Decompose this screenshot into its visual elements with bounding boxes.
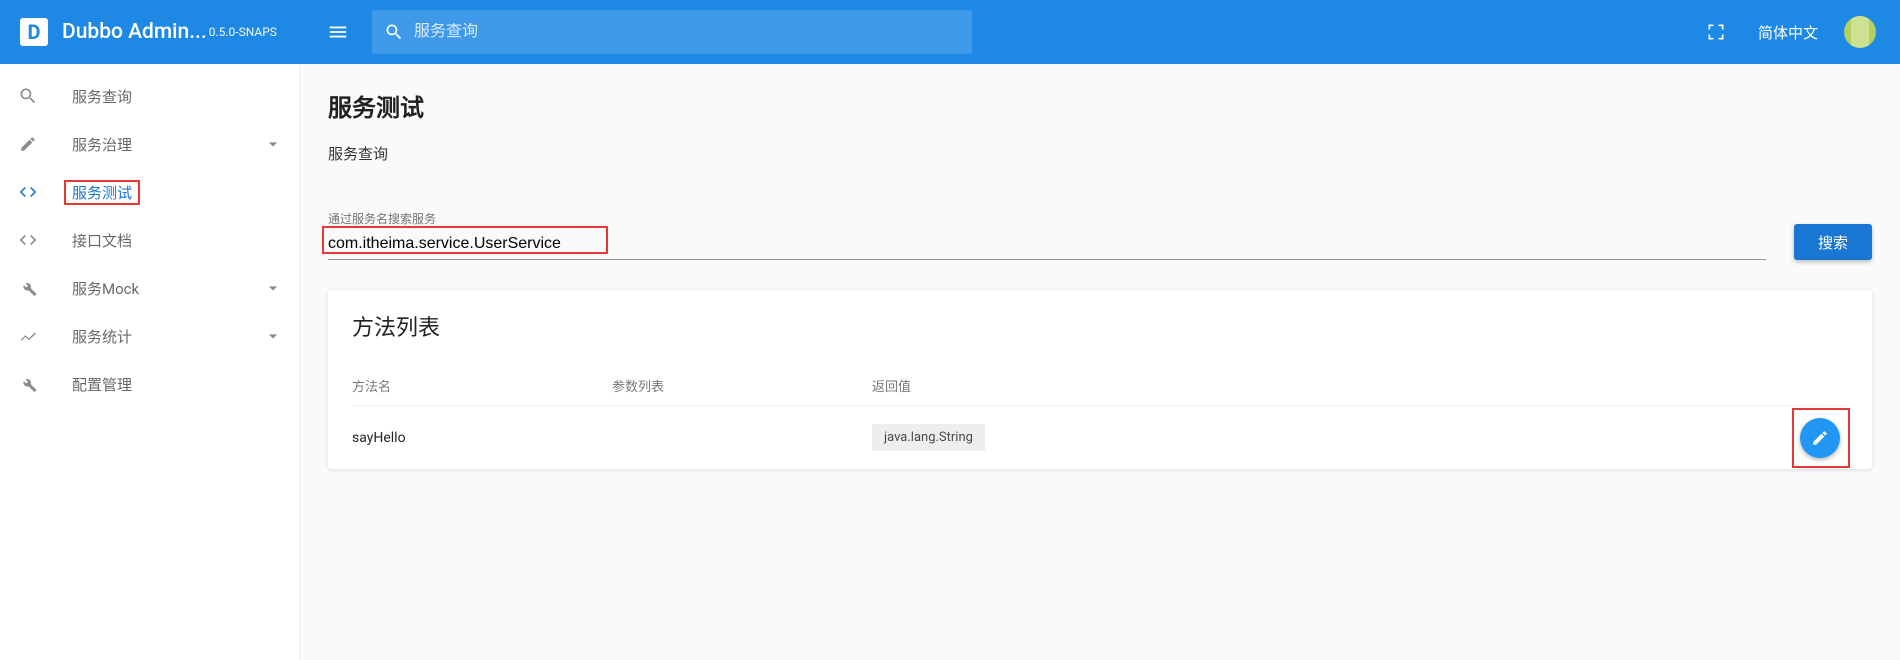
trending-icon <box>16 324 40 348</box>
chevron-down-icon <box>263 134 283 154</box>
col-header-return: 返回值 <box>872 376 1848 395</box>
page-title: 服务测试 <box>328 88 1872 123</box>
sidebar-item-config-management[interactable]: 配置管理 <box>0 360 299 408</box>
code-icon <box>16 180 40 204</box>
service-search-row: 通过服务名搜索服务 搜索 <box>328 210 1872 260</box>
chevron-down-icon <box>263 326 283 346</box>
wrench-icon <box>16 372 40 396</box>
pencil-icon <box>16 132 40 156</box>
main-content: 服务测试 服务查询 通过服务名搜索服务 搜索 方法列表 方法名 参数列表 返回值… <box>300 64 1900 660</box>
language-switcher[interactable]: 简体中文 <box>1742 22 1834 43</box>
user-avatar[interactable] <box>1844 16 1876 48</box>
app-title: Dubbo Admin... <box>62 20 207 44</box>
sidebar-item-label: 服务测试 <box>64 180 140 205</box>
wrench-icon <box>16 276 40 300</box>
pencil-icon <box>1811 429 1829 447</box>
cell-method-name: sayHello <box>352 430 612 446</box>
table-header: 方法名 参数列表 返回值 <box>352 366 1848 406</box>
sidebar-item-api-docs[interactable]: 接口文档 <box>0 216 299 264</box>
menu-icon <box>327 21 349 43</box>
hamburger-menu-button[interactable] <box>318 12 358 52</box>
sidebar-nav: 服务查询 服务治理 服务测试 接口文档 服务Mock 服务统计 配置管理 <box>0 64 300 660</box>
sidebar-item-service-governance[interactable]: 服务治理 <box>0 120 299 168</box>
sidebar-item-label: 接口文档 <box>72 230 132 251</box>
avatar-icon <box>1851 16 1869 48</box>
app-toolbar: D Dubbo Admin... 0.5.0-SNAPS 简体中文 <box>0 0 1900 64</box>
sidebar-item-label: 服务统计 <box>72 326 132 347</box>
brand-block: D Dubbo Admin... 0.5.0-SNAPS <box>0 18 300 46</box>
sidebar-item-service-mock[interactable]: 服务Mock <box>0 264 299 312</box>
chevron-down-icon <box>263 278 283 298</box>
sidebar-item-service-stats[interactable]: 服务统计 <box>0 312 299 360</box>
app-version: 0.5.0-SNAPS <box>207 25 277 39</box>
toolbar-right: 简体中文 <box>300 10 1900 54</box>
sidebar-item-label: 服务Mock <box>72 278 139 299</box>
col-header-method-name: 方法名 <box>352 376 612 395</box>
card-title: 方法列表 <box>352 310 1848 366</box>
table-row: sayHello java.lang.String <box>352 406 1848 469</box>
breadcrumb[interactable]: 服务查询 <box>328 143 1872 164</box>
search-icon <box>16 84 40 108</box>
col-header-params: 参数列表 <box>612 376 872 395</box>
cell-return: java.lang.String <box>872 424 1848 451</box>
global-search-input[interactable] <box>414 23 960 41</box>
invoke-method-button[interactable] <box>1800 418 1840 458</box>
search-icon <box>384 22 404 42</box>
dubbo-logo-icon: D <box>20 18 48 46</box>
service-name-input[interactable] <box>328 231 1766 260</box>
language-label: 简体中文 <box>1758 22 1818 43</box>
global-search-box[interactable] <box>372 10 972 54</box>
field-label: 通过服务名搜索服务 <box>328 210 1766 227</box>
sidebar-item-service-search[interactable]: 服务查询 <box>0 72 299 120</box>
search-button[interactable]: 搜索 <box>1794 224 1872 260</box>
sidebar-item-service-test[interactable]: 服务测试 <box>0 168 299 216</box>
sidebar-item-label: 配置管理 <box>72 374 132 395</box>
param-chip: java.lang.String <box>872 424 985 451</box>
method-list-card: 方法列表 方法名 参数列表 返回值 sayHello java.lang.Str… <box>328 290 1872 469</box>
sidebar-item-label: 服务查询 <box>72 86 132 107</box>
code-icon <box>16 228 40 252</box>
sidebar-item-label: 服务治理 <box>72 134 132 155</box>
service-name-field: 通过服务名搜索服务 <box>328 210 1766 260</box>
fullscreen-button[interactable] <box>1706 22 1726 42</box>
fullscreen-icon <box>1706 22 1726 42</box>
